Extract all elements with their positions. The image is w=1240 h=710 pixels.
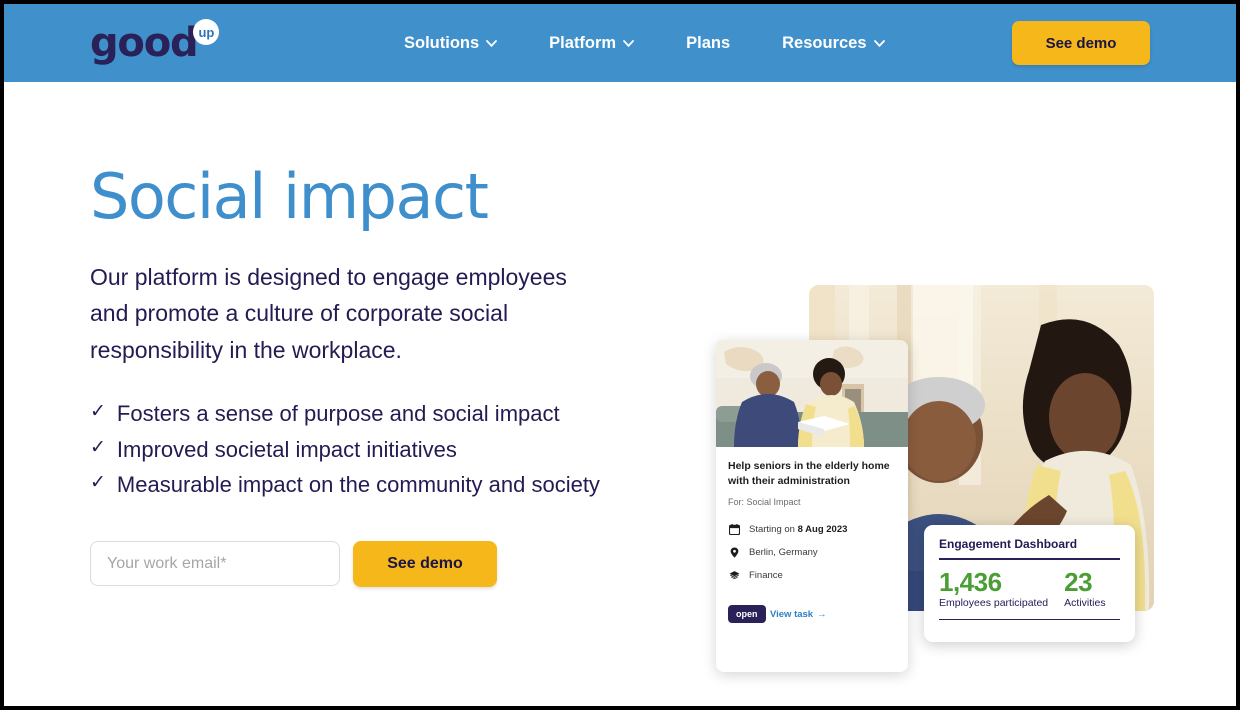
dashboard-title: Engagement Dashboard [939,537,1078,551]
check-icon: ✓ [90,436,106,458]
chevron-down-icon [623,39,635,47]
logo-up-badge: up [193,19,220,45]
list-item-label: Improved societal impact initiatives [116,436,457,462]
hero-visual: Help seniors in the elderly home with th… [704,202,1174,672]
main-content: Social impact Our platform is designed t… [4,82,1236,706]
status-badge[interactable]: open [728,604,766,623]
logo[interactable]: good up [90,19,220,66]
task-card-body: Help seniors in the elderly home with th… [716,447,908,633]
work-email-input[interactable] [90,541,340,587]
engagement-dashboard-card[interactable]: Engagement Dashboard 1,436 Employees par… [924,525,1135,642]
task-meta-location-text: Berlin, Germany [749,547,818,559]
divider-top [939,558,1120,560]
list-item: ✓ Measurable impact on the community and… [90,467,610,503]
nav-item-solutions[interactable]: Solutions [404,33,498,53]
list-item-label: Fosters a sense of purpose and social im… [116,401,560,427]
hero-subtitle: Our platform is designed to engage emplo… [90,264,567,363]
benefits-list: ✓ Fosters a sense of purpose and social … [90,396,650,503]
nav-item-resources[interactable]: Resources [782,33,885,53]
list-item-label: Measurable impact on the community and s… [116,472,600,498]
logo-wordmark: good [90,20,199,66]
dashboard-stats: 1,436 Employees participated 23 Activiti… [939,566,1120,609]
check-icon: ✓ [90,472,106,494]
chevron-down-icon [873,39,885,47]
chevron-down-icon [486,39,498,47]
logo-badge-text: up [198,24,215,40]
stat-label: Employees participated [939,596,1049,609]
graduation-cap-icon [728,570,740,582]
nav-label: Resources [782,33,867,52]
list-item: ✓ Fosters a sense of purpose and social … [90,396,610,432]
page-root: good up Solutions Platform Plans Resourc… [4,4,1236,706]
task-meta-location: Berlin, Germany [728,547,896,559]
nav-label: Solutions [404,33,480,52]
location-pin-icon [728,547,740,559]
stat-employees: 1,436 Employees participated [939,566,1049,609]
stat-label: Activities [1064,596,1106,609]
stat-value: 1,436 [939,566,1002,597]
nav-item-plans[interactable]: Plans [686,34,730,53]
nav-item-platform[interactable]: Platform [549,33,635,53]
page-title: Social impact [90,160,489,233]
arrow-right-icon: → [817,608,827,620]
stat-value: 23 [1064,566,1093,597]
stat-activities: 23 Activities [1064,566,1106,609]
task-meta-date-text: Starting on 8 Aug 2023 [749,524,848,536]
task-category: For: Social Impact [728,496,801,507]
task-meta-department-text: Finance [749,570,783,582]
demo-signup-form: See demo [90,540,650,587]
hero-text-column: Social impact Our platform is designed t… [90,164,650,587]
site-header: good up Solutions Platform Plans Resourc… [4,4,1236,82]
task-card-thumbnail [716,340,908,447]
header-see-demo-button[interactable]: See demo [1012,21,1150,65]
task-title: Help seniors in the elderly home with th… [728,460,890,487]
list-item: ✓ Improved societal impact initiatives [90,432,610,468]
check-icon: ✓ [90,401,106,423]
view-task-link[interactable]: View task → [770,609,827,620]
nav-label: Plans [686,33,731,52]
calendar-icon [728,524,740,536]
hero-see-demo-button[interactable]: See demo [353,540,497,587]
task-card[interactable]: Help seniors in the elderly home with th… [716,340,908,672]
main-navigation: Solutions Platform Plans Resources [404,34,885,53]
view-task-label: View task [769,608,814,620]
task-meta-department: Finance [728,570,896,582]
divider-bottom [939,618,1120,621]
nav-label: Platform [549,33,617,52]
task-meta-date: Starting on 8 Aug 2023 [728,524,896,536]
